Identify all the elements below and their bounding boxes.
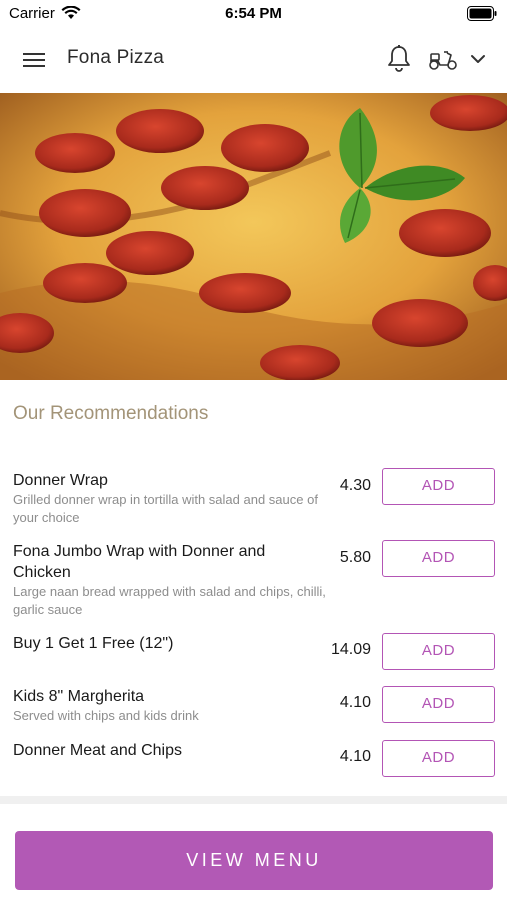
item-name: Donner Meat and Chips [13,742,182,759]
item-description: Grilled donner wrap in tortilla with sal… [13,492,318,525]
page-title: Fona Pizza [67,47,165,68]
chevron-down-icon[interactable] [468,50,488,68]
view-menu-button[interactable]: VIEW MENU [15,831,493,890]
item-name: Kids 8" Margherita [13,688,145,705]
add-button[interactable]: ADD [382,468,495,505]
item-price: 14.09 [330,641,371,658]
status-time: 6:54 PM [225,5,282,22]
scooter-icon[interactable] [427,47,459,71]
divider [0,796,507,804]
item-price: 4.10 [339,694,371,711]
item-description: Served with chips and kids drink [13,708,199,723]
item-description: Large naan bread wrapped with salad and … [13,584,326,617]
add-button[interactable]: ADD [382,540,495,577]
bell-icon[interactable] [385,44,413,74]
battery-icon [467,6,497,21]
menu-icon[interactable] [20,46,48,74]
item-price: 4.30 [339,477,371,494]
pizza-photo [0,93,507,380]
hero-image [0,93,507,380]
add-button[interactable]: ADD [382,633,495,670]
item-name: Donner Wrap [13,472,108,489]
add-button[interactable]: ADD [382,686,495,723]
item-price: 4.10 [339,748,371,765]
item-price: 5.80 [339,549,371,566]
app-header: Fona Pizza [0,30,507,90]
section-title: Our Recommendations [13,403,209,424]
item-name: Buy 1 Get 1 Free (12") [13,635,174,652]
item-name: Fona Jumbo Wrap with Donner and Chicken [13,543,266,581]
add-button[interactable]: ADD [382,740,495,777]
status-bar: Carrier 6:54 PM [0,0,507,28]
